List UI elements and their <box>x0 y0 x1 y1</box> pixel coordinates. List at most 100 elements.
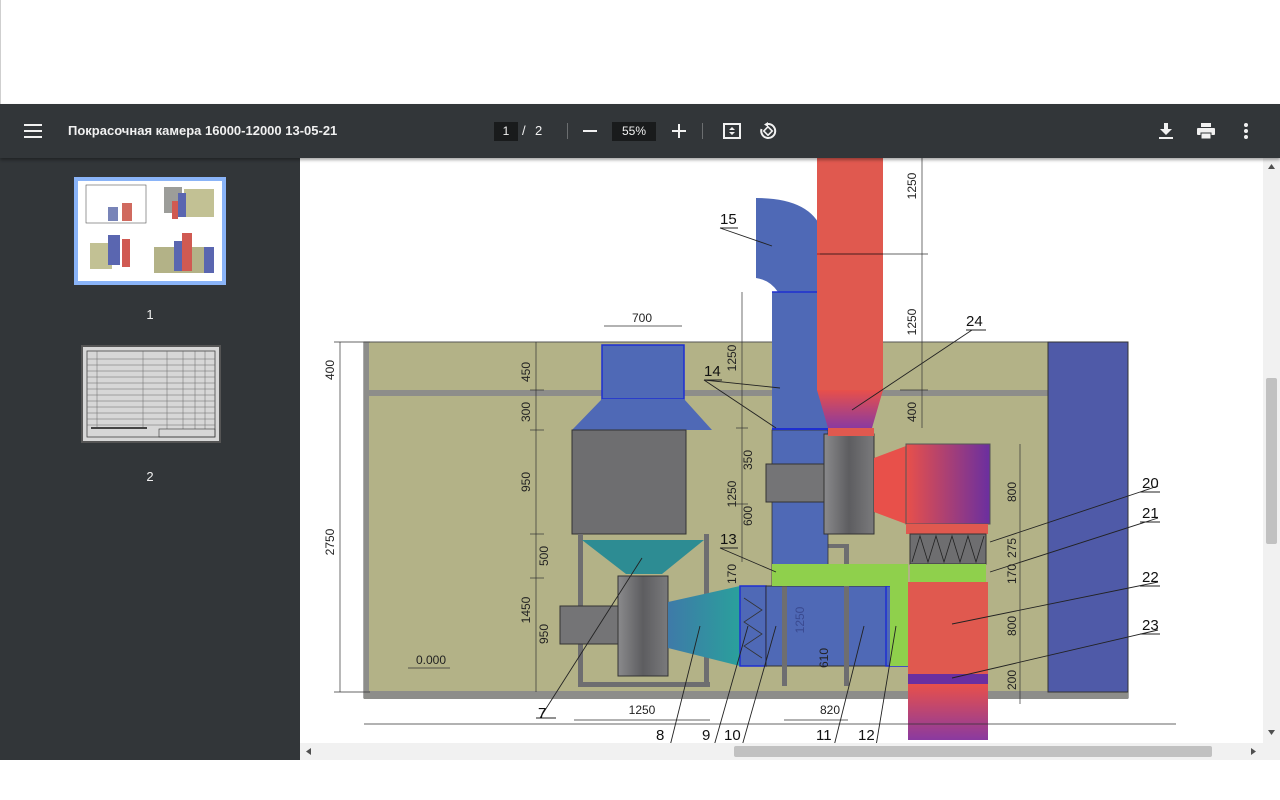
left-frame-bar <box>578 682 710 687</box>
dimension-label: 820 <box>820 703 840 717</box>
fit-page-icon <box>723 123 741 139</box>
download-button[interactable] <box>1150 115 1182 147</box>
dimension-label: 610 <box>817 648 831 668</box>
dimension-label: 1250 <box>905 308 919 335</box>
dimension-label: 170 <box>725 564 739 584</box>
fan-motor-left <box>559 605 621 645</box>
document-title: Покрасочная камера 16000-12000 13-05-21 <box>68 123 338 138</box>
fit-to-page-button[interactable] <box>716 115 748 147</box>
callout-21: 21 <box>1142 505 1159 522</box>
red-duct-22 <box>908 582 988 674</box>
vertical-scrollbar[interactable] <box>1263 158 1280 743</box>
dimension-label: 400 <box>905 402 919 422</box>
zoom-input[interactable]: 55% <box>612 122 656 141</box>
page-2-preview <box>83 347 219 441</box>
page-1-preview <box>78 181 222 281</box>
page-number-input[interactable]: 1 <box>494 122 518 141</box>
callout-14: 14 <box>704 363 721 380</box>
dimension-label: 700 <box>632 311 652 325</box>
vertical-scroll-thumb[interactable] <box>1266 378 1277 544</box>
elevation-label: 0.000 <box>416 653 446 667</box>
print-icon <box>1197 123 1215 139</box>
booth-floor <box>364 691 1128 699</box>
vertical-duct-lower <box>771 429 829 587</box>
page-thumbnail-label-2: 2 <box>146 469 154 484</box>
download-icon <box>1159 123 1173 139</box>
dimension-label: 1450 <box>519 596 533 623</box>
red-duct-bottom <box>908 684 988 740</box>
page-thumbnail-2[interactable] <box>81 345 221 443</box>
red-outlet-cone <box>874 446 906 524</box>
page-thumbnail-1[interactable] <box>74 177 226 285</box>
dimension-label: 500 <box>537 546 551 566</box>
fan-housing-right <box>823 433 875 535</box>
fan-housing-left <box>617 575 669 677</box>
zoom-out-button[interactable] <box>574 115 606 147</box>
dimension-label: 950 <box>537 624 551 644</box>
callout-22: 22 <box>1142 569 1159 586</box>
scroll-right-icon <box>1251 748 1256 755</box>
thumbnail-sidebar: 1 2 <box>0 158 300 760</box>
dimension-label: 2750 <box>323 528 337 555</box>
callout-24: 24 <box>966 313 983 330</box>
horizontal-scroll-thumb[interactable] <box>734 746 1212 757</box>
exhaust-fan-block <box>828 428 874 436</box>
toolbar-divider <box>702 123 703 139</box>
green-filter-21 <box>910 564 986 582</box>
more-vert-icon <box>1244 123 1248 139</box>
fan-motor-right <box>765 463 829 503</box>
rotate-icon <box>760 122 777 139</box>
callout-15: 15 <box>720 211 737 228</box>
callout-9: 9 <box>702 727 710 744</box>
callout-8: 8 <box>656 727 664 744</box>
horizontal-scrollbar[interactable] <box>300 743 1280 760</box>
minus-icon <box>583 130 597 132</box>
document-viewer: 700 2750 400 450 300 950 500 1450 950 12… <box>300 158 1280 760</box>
dimension-label: 800 <box>1005 616 1019 636</box>
elbow-15 <box>756 198 822 292</box>
rotate-button[interactable] <box>752 115 784 147</box>
dimension-label: 950 <box>519 472 533 492</box>
dimension-label: 275 <box>1005 538 1019 558</box>
page-separator: / <box>522 123 526 138</box>
booth-left-wall <box>364 342 369 698</box>
page-thumbnail-label-1: 1 <box>146 307 154 322</box>
plus-icon <box>672 124 686 138</box>
dimension-label: 400 <box>323 360 337 380</box>
dimension-label: 350 <box>741 450 755 470</box>
scroll-left-icon <box>306 748 311 755</box>
intake-duct-top <box>601 344 685 400</box>
dimension-label: 1250 <box>725 480 739 507</box>
dimension-label: 200 <box>1005 670 1019 690</box>
menu-button[interactable] <box>17 115 49 147</box>
callout-10: 10 <box>724 727 741 744</box>
more-actions-button[interactable] <box>1230 115 1262 147</box>
filter-section-12 <box>890 586 908 666</box>
callout-13: 13 <box>720 531 737 548</box>
dimension-label: 1250 <box>793 606 807 633</box>
callout-11: 11 <box>816 727 832 744</box>
scroll-up-icon <box>1268 164 1275 169</box>
browser-blank-area <box>0 0 1280 104</box>
red-inner-duct <box>906 524 988 534</box>
callout-23: 23 <box>1142 617 1159 634</box>
page-total: 2 <box>535 123 543 138</box>
callout-7: 7 <box>538 705 546 722</box>
heat-exchanger-box <box>571 429 687 535</box>
zoom-in-button[interactable] <box>663 115 695 147</box>
scroll-down-icon <box>1268 730 1275 735</box>
damper-23 <box>908 674 988 684</box>
booth-ceiling-beam <box>364 390 1054 396</box>
callout-20: 20 <box>1142 475 1159 492</box>
dimension-label: 1250 <box>629 703 656 717</box>
callout-12: 12 <box>858 727 875 744</box>
ventilation-drawing: 700 2750 400 450 300 950 500 1450 950 12… <box>323 158 1176 747</box>
red-plenum <box>905 443 991 525</box>
dimension-label: 1250 <box>725 344 739 371</box>
toolbar-divider <box>567 123 568 139</box>
duct-section-9 <box>739 585 767 667</box>
exhaust-stack-24 <box>817 158 883 390</box>
green-filter-13 <box>772 564 908 586</box>
print-button[interactable] <box>1190 115 1222 147</box>
dimension-label: 450 <box>519 362 533 382</box>
